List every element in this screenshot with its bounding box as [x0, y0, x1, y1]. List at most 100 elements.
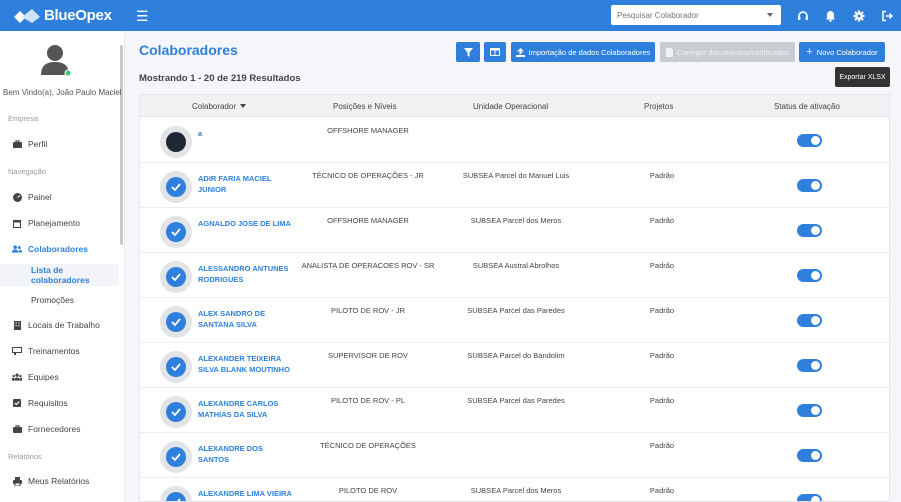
- sidebar-item-label: Requisitos: [28, 398, 68, 408]
- results-count: Mostrando 1 - 20 de 219 Resultados: [139, 73, 301, 84]
- sidebar-item-label: Locais de Trabalho: [28, 320, 100, 330]
- collaborator-name-link[interactable]: ALEX SANDRO DE SANTANA SILVA: [198, 308, 294, 330]
- collaborator-name-link[interactable]: ALEXANDER TEIXEIRA SILVA BLANK MOUTINHO: [198, 353, 294, 375]
- user-avatar: [41, 45, 72, 77]
- sidebar-item-meus-relatorios[interactable]: Meus Relatórios: [0, 471, 119, 491]
- collaborator-name-link[interactable]: ADIR FARIA MACIEL JUNIOR: [198, 173, 294, 195]
- collaborator-avatar[interactable]: [160, 396, 192, 428]
- search-input[interactable]: [617, 10, 757, 20]
- table-row[interactable]: a OFFSHORE MANAGER: [140, 118, 889, 163]
- toggle-knob: [811, 316, 820, 325]
- activation-toggle[interactable]: [797, 359, 822, 372]
- project-cell: Padrão: [649, 171, 675, 180]
- section-label-relatorios: Relatórios: [8, 452, 42, 461]
- columns-button[interactable]: [484, 42, 506, 62]
- building-icon: [12, 320, 22, 330]
- activation-toggle[interactable]: [797, 134, 822, 147]
- sidebar-item-label: Equipes: [28, 372, 59, 382]
- collaborator-name-link[interactable]: ALEXANDRE DOS SANTOS: [198, 443, 294, 465]
- sidebar-item-promocoes[interactable]: Promoções: [0, 289, 119, 311]
- columns-icon: [490, 48, 500, 56]
- position-cell: PILOTO DE ROV - JR: [330, 306, 406, 315]
- sidebar-item-painel[interactable]: Painel: [0, 187, 119, 207]
- chevron-down-icon[interactable]: [767, 13, 773, 17]
- table-row[interactable]: AGNALDO JOSE DE LIMA OFFSHORE MANAGER SUBS…: [140, 208, 889, 253]
- toggle-knob: [811, 181, 820, 190]
- sidebar-item-locais[interactable]: Locais de Trabalho: [0, 315, 119, 335]
- upload-documents-button[interactable]: Carregar documentos/certificados: [660, 42, 795, 62]
- sidebar-item-equipes[interactable]: Equipes: [0, 367, 119, 387]
- menu-toggle-icon[interactable]: ☰: [136, 9, 149, 23]
- collaborator-name-link[interactable]: ALEXANDRE CARLOS MATHIAS DA SILVA: [198, 398, 294, 420]
- new-collaborator-button[interactable]: + Novo Colaborador: [799, 42, 885, 62]
- collaborator-name-link[interactable]: AGNALDO JOSE DE LIMA: [198, 218, 294, 229]
- collaborator-avatar[interactable]: [160, 486, 192, 501]
- sidebar-item-perfil[interactable]: Perfil: [0, 134, 119, 154]
- header-label: Colaborador: [192, 101, 237, 111]
- welcome-text: Bem Vindo(a), João Paulo Maciel: [3, 88, 122, 97]
- brand-name: BlueOpex: [44, 7, 112, 24]
- collaborator-name-link[interactable]: ALEXANDRE LIMA VIEIRA: [198, 488, 294, 499]
- collaborator-name-link[interactable]: a: [198, 128, 294, 139]
- sort-caret-icon[interactable]: [240, 104, 247, 108]
- collaborator-avatar[interactable]: [160, 351, 192, 383]
- collaborator-avatar[interactable]: [160, 306, 192, 338]
- position-cell: TÉCNICO DE OPERAÇÕES: [320, 441, 416, 450]
- import-collaborators-button[interactable]: Importação de dados Colaboradores: [511, 42, 655, 62]
- upload-button-label: Carregar documentos/certificados: [676, 47, 790, 57]
- position-cell: PILOTO DE ROV - PL: [330, 396, 406, 405]
- collaborator-avatar[interactable]: [160, 171, 192, 203]
- collaborator-search[interactable]: [611, 5, 781, 25]
- calendar-icon: [12, 218, 22, 228]
- header-colaborador[interactable]: Colaborador: [192, 95, 247, 117]
- logo-icon: [14, 8, 40, 23]
- table-row[interactable]: ALESSANDRO ANTUNES RODRIGUES ANALISTA DE …: [140, 253, 889, 298]
- gear-icon[interactable]: [852, 9, 865, 22]
- collaborator-avatar[interactable]: [160, 126, 192, 158]
- activation-toggle[interactable]: [797, 314, 822, 327]
- sidebar-item-fornecedores[interactable]: Fornecedores: [0, 419, 119, 439]
- sidebar-item-treinamentos[interactable]: Treinamentos: [0, 341, 119, 361]
- sidebar-item-label: Painel: [28, 192, 52, 202]
- sidebar-item-lista-colaboradores[interactable]: Lista de colaboradores: [0, 264, 119, 286]
- table-row[interactable]: ALEXANDRE LIMA VIEIRA PILOTO DE ROV SUBSEA…: [140, 478, 889, 501]
- activation-toggle[interactable]: [797, 179, 822, 192]
- sidebar-scrollbar[interactable]: [119, 37, 124, 497]
- collaborator-avatar[interactable]: [160, 441, 192, 473]
- header-unidade: Unidade Operacional: [473, 101, 549, 111]
- toggle-knob: [811, 406, 820, 415]
- position-cell: OFFSHORE MANAGER: [327, 126, 409, 135]
- project-cell: Padrão: [649, 351, 675, 360]
- brand-logo[interactable]: BlueOpex: [0, 7, 118, 24]
- header-posicoes: Posições e Níveis: [333, 101, 397, 111]
- table-row[interactable]: ALEXANDER TEIXEIRA SILVA BLANK MOUTINHO S…: [140, 343, 889, 388]
- activation-toggle[interactable]: [797, 269, 822, 282]
- table-row[interactable]: ALEXANDRE DOS SANTOS TÉCNICO DE OPERAÇÕES…: [140, 433, 889, 478]
- activation-toggle[interactable]: [797, 449, 822, 462]
- collaborator-name-link[interactable]: ALESSANDRO ANTUNES RODRIGUES: [198, 263, 294, 285]
- table-row[interactable]: ALEX SANDRO DE SANTANA SILVA PILOTO DE RO…: [140, 298, 889, 343]
- project-cell: Padrão: [649, 396, 675, 405]
- table-row[interactable]: ALEXANDRE CARLOS MATHIAS DA SILVA PILOTO …: [140, 388, 889, 433]
- import-button-label: Importação de dados Colaboradores: [528, 47, 651, 57]
- sidebar-item-planejamento[interactable]: Planejamento: [0, 213, 119, 233]
- activation-toggle[interactable]: [797, 404, 822, 417]
- headset-icon[interactable]: [796, 9, 809, 22]
- table-row[interactable]: ADIR FARIA MACIEL JUNIOR TÉCNICO DE OPERA…: [140, 163, 889, 208]
- collaborator-avatar[interactable]: [160, 261, 192, 293]
- logout-icon[interactable]: [880, 9, 893, 22]
- checkbox-icon: [12, 398, 22, 408]
- section-label-navegacao: Navegação: [8, 167, 46, 176]
- activation-toggle[interactable]: [797, 224, 822, 237]
- scroll-thumb[interactable]: [120, 45, 123, 245]
- sidebar-item-colaboradores[interactable]: Colaboradores: [0, 239, 119, 259]
- table-header: Colaborador Posições e Níveis Unidade Op…: [140, 95, 889, 117]
- collaborator-avatar[interactable]: [160, 216, 192, 248]
- file-icon: [665, 47, 673, 57]
- sidebar-item-requisitos[interactable]: Requisitos: [0, 393, 119, 413]
- filter-button[interactable]: [456, 42, 480, 62]
- bell-icon[interactable]: [824, 9, 837, 22]
- sidebar-item-label: Perfil: [28, 139, 48, 149]
- activation-toggle[interactable]: [797, 494, 822, 501]
- position-cell: TÉCNICO DE OPERAÇÕES - JR: [312, 171, 424, 180]
